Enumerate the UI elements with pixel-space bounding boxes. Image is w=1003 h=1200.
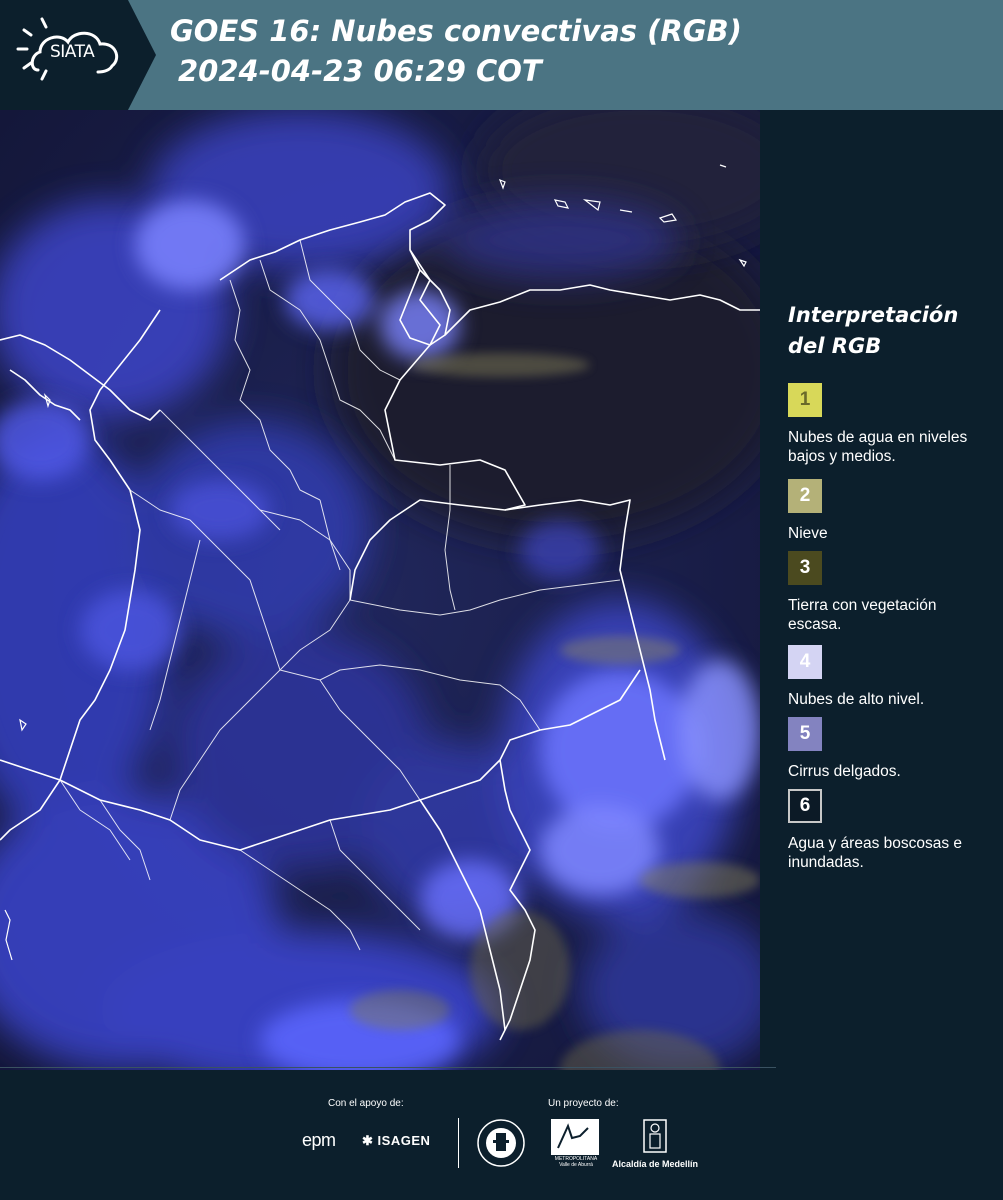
epm-logo[interactable]: epm <box>302 1130 336 1151</box>
satellite-map-image <box>0 110 760 1070</box>
alcaldia-medellin-crest-icon[interactable] <box>612 1118 702 1156</box>
legend-swatch-2: 2 <box>788 479 822 513</box>
medellin-university-seal-icon[interactable] <box>476 1118 526 1168</box>
legend-swatch-5: 5 <box>788 717 822 751</box>
page-title: GOES 16: Nubes convectivas (RGB) <box>170 14 742 48</box>
satellite-map[interactable] <box>0 110 760 1070</box>
area-metropolitana-logo-icon[interactable] <box>550 1118 600 1156</box>
legend-item: 2 Nieve <box>788 479 978 543</box>
project-label: Un proyecto de: <box>548 1098 619 1109</box>
legend-label-6: Agua y áreas boscosas e inundadas. <box>788 835 963 871</box>
page-timestamp: 2024-04-23 06:29 COT <box>178 54 542 88</box>
legend-item: 6 Agua y áreas boscosas e inundadas. <box>788 789 978 872</box>
area-metropolitana-text: METROPOLITANA Valle de Aburrá <box>554 1156 598 1168</box>
isagen-star-icon: ✱ <box>362 1133 374 1148</box>
legend-label-1: Nubes de agua en niveles bajos y medios. <box>788 429 968 465</box>
siata-logo[interactable]: SIATA <box>0 0 160 110</box>
legend-swatch-4: 4 <box>788 645 822 679</box>
alcaldia-medellin-text: Alcaldía de Medellín <box>612 1159 699 1169</box>
header-bar: SIATA GOES 16: Nubes convectivas (RGB) 2… <box>0 0 1003 110</box>
legend-label-4: Nubes de alto nivel. <box>788 691 925 708</box>
legend-title: Interpretación del RGB <box>788 303 959 358</box>
footer-vertical-divider <box>458 1118 459 1168</box>
legend-label-5: Cirrus delgados. <box>788 763 901 780</box>
isagen-logo[interactable]: ✱ ISAGEN <box>362 1133 430 1149</box>
legend: Interpretación del RGB <box>788 300 988 380</box>
support-label: Con el apoyo de: <box>328 1098 404 1109</box>
legend-label-3: Tierra con vegetación escasa. <box>788 597 937 633</box>
legend-label-2: Nieve <box>788 525 828 542</box>
legend-swatch-3: 3 <box>788 551 822 585</box>
siata-logo-text: SIATA <box>50 42 95 62</box>
legend-item: 1 Nubes de agua en niveles bajos y medios… <box>788 383 978 466</box>
legend-item: 5 Cirrus delgados. <box>788 717 978 781</box>
legend-item: 4 Nubes de alto nivel. <box>788 645 978 709</box>
legend-item: 3 Tierra con vegetación escasa. <box>788 551 978 634</box>
legend-swatch-6: 6 <box>788 789 822 823</box>
legend-swatch-1: 1 <box>788 383 822 417</box>
isagen-logo-text: ISAGEN <box>377 1133 431 1148</box>
footer-divider-line <box>0 1067 776 1068</box>
